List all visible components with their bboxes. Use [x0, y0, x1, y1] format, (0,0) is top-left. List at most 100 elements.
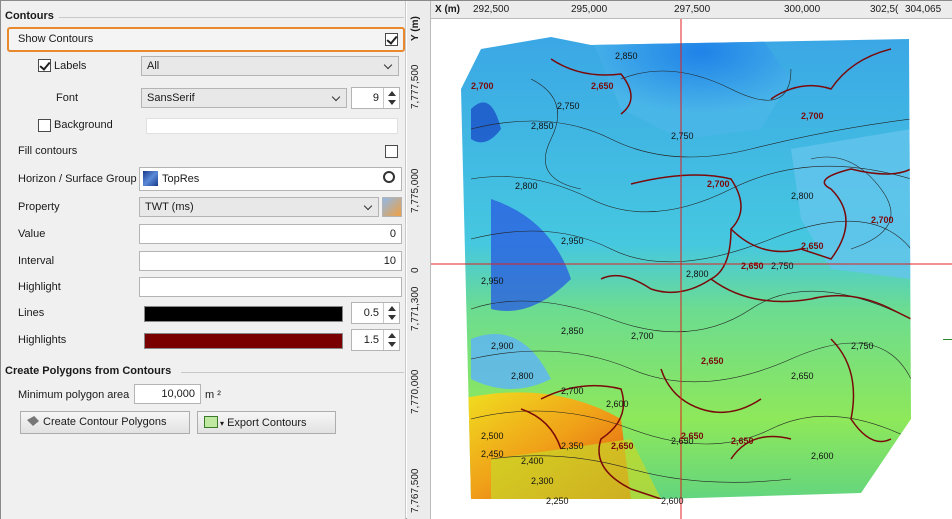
min-area-input[interactable]: 10,000 — [134, 384, 201, 404]
x-tick: 297,500 — [674, 4, 711, 15]
font-size-stepper[interactable]: 9 — [351, 87, 400, 109]
contour-label: 2,500 — [481, 431, 504, 441]
contour-label: 2,800 — [791, 191, 814, 201]
contour-label: 2,800 — [686, 269, 709, 279]
contour-label: 2,950 — [561, 236, 584, 246]
arrow-down-icon[interactable] — [388, 315, 396, 320]
fill-contours-label: Fill contours — [18, 145, 78, 157]
section-title-contours: Contours — [5, 10, 54, 22]
highlights-label: Highlights — [18, 334, 67, 346]
labels-dropdown[interactable]: All — [141, 56, 399, 76]
horizon-field[interactable]: TopRes — [139, 167, 402, 191]
contour-label: 2,350 — [561, 441, 584, 451]
search-icon[interactable] — [383, 171, 395, 183]
value-label: Value — [18, 228, 46, 240]
arrow-up-icon[interactable] — [388, 333, 396, 338]
property-label: Property — [18, 201, 60, 213]
value-input[interactable]: 0 — [139, 224, 402, 244]
min-area-unit: m ² — [205, 389, 221, 401]
position-marker — [943, 339, 952, 340]
highlights-color-swatch[interactable] — [144, 333, 343, 349]
wrench-icon[interactable] — [382, 197, 402, 217]
highlight-label: 2,650 — [741, 261, 764, 271]
stepper-buttons[interactable] — [383, 330, 399, 350]
y-zero-tick: 0 — [410, 267, 421, 273]
y-tick: 7,777,500 — [410, 64, 421, 110]
contour-label: 2,750 — [671, 131, 694, 141]
contour-label: 2,650 — [791, 371, 814, 381]
contour-properties-panel: Contours Show Contours Labels All Font S… — [1, 1, 406, 519]
contour-label: 2,750 — [771, 261, 794, 271]
show-contours-row[interactable]: Show Contours — [7, 27, 405, 52]
lines-label: Lines — [18, 307, 45, 319]
horizon-label: Horizon / Surface Group — [18, 173, 137, 185]
section-divider — [59, 17, 404, 18]
contour-label: 2,850 — [561, 326, 584, 336]
background-color-swatch[interactable] — [146, 118, 398, 134]
labels-dropdown-value: All — [147, 60, 160, 72]
contour-label: 2,750 — [851, 341, 874, 351]
contour-label: 2,750 — [557, 101, 580, 111]
arrow-down-icon[interactable] — [388, 342, 396, 347]
font-dropdown[interactable]: SansSerif — [141, 88, 347, 108]
contour-label: 2,800 — [511, 371, 534, 381]
x-axis-ruler: X (m) 292,500 295,000 297,500 300,000 30… — [431, 1, 952, 19]
arrow-up-icon[interactable] — [388, 91, 396, 96]
contour-label: 2,700 — [631, 331, 654, 341]
arrow-up-icon[interactable] — [388, 306, 396, 311]
export-icon — [204, 416, 218, 428]
contour-label: 2,300 — [531, 476, 554, 486]
y-axis-ruler: Y (m) 7,777,500 7,775,000 0 7,771,300 7,… — [407, 1, 431, 519]
contour-label: 2,600 — [606, 399, 629, 409]
horizon-value: TopRes — [162, 173, 200, 185]
map-view[interactable]: Y (m) 7,777,500 7,775,000 0 7,771,300 7,… — [407, 1, 952, 519]
stepper-buttons[interactable] — [383, 303, 399, 323]
highlight-label: 2,700 — [471, 81, 494, 91]
contour-label: 2,250 — [546, 496, 569, 506]
highlight-label: 2,650 — [591, 81, 614, 91]
show-contours-label: Show Contours — [18, 33, 94, 45]
stepper-buttons[interactable] — [383, 88, 399, 108]
background-label: Background — [54, 119, 113, 131]
x-tick: 302,5( — [870, 4, 899, 15]
highlight-label: 2,700 — [801, 111, 824, 121]
chevron-down-icon — [384, 60, 394, 72]
background-checkbox[interactable] — [38, 119, 51, 132]
chevron-down-icon — [332, 92, 342, 104]
property-dropdown[interactable]: TWT (ms) — [139, 197, 379, 217]
contour-map[interactable]: 2,750 2,850 2,850 2,750 2,800 2,800 2,95… — [431, 19, 952, 519]
highlights-width-value: 1.5 — [363, 334, 379, 346]
font-dropdown-value: SansSerif — [147, 92, 195, 104]
lines-color-swatch[interactable] — [144, 306, 343, 322]
highlights-width-stepper[interactable]: 1.5 — [351, 329, 400, 351]
highlight-label: 2,650 — [801, 241, 824, 251]
create-button-label: Create Contour Polygons — [43, 416, 167, 428]
dropdown-arrow-icon[interactable]: ▾ — [220, 419, 224, 428]
export-contours-button[interactable]: ▾ Export Contours — [197, 411, 336, 434]
property-dropdown-value: TWT (ms) — [145, 201, 194, 213]
labels-checkbox[interactable] — [38, 59, 51, 72]
highlight-input[interactable] — [139, 277, 402, 297]
arrow-down-icon[interactable] — [388, 100, 396, 105]
y-axis-label: Y (m) — [410, 16, 421, 41]
contour-label: 2,700 — [561, 386, 584, 396]
min-area-label: Minimum polygon area — [18, 389, 130, 401]
section-title-polygons: Create Polygons from Contours — [5, 365, 172, 377]
section-divider — [181, 372, 404, 373]
surface-icon — [143, 171, 158, 186]
show-contours-checkbox[interactable] — [385, 33, 398, 46]
y-tick: 7,771,300 — [410, 286, 421, 332]
contour-label: 2,850 — [531, 121, 554, 131]
fill-contours-checkbox[interactable] — [385, 145, 398, 158]
create-contour-polygons-button[interactable]: Create Contour Polygons — [20, 411, 190, 434]
contour-label: 2,600 — [811, 451, 834, 461]
x-tick: 292,500 — [473, 4, 510, 15]
highlight-label: 2,700 — [707, 179, 730, 189]
lines-width-stepper[interactable]: 0.5 — [351, 302, 400, 324]
interval-input[interactable]: 10 — [139, 251, 402, 271]
lines-width-value: 0.5 — [363, 307, 379, 319]
font-size-value: 9 — [372, 92, 379, 104]
contour-label: 2,450 — [481, 449, 504, 459]
highlight-label: Highlight — [18, 281, 61, 293]
interval-label: Interval — [18, 255, 55, 267]
